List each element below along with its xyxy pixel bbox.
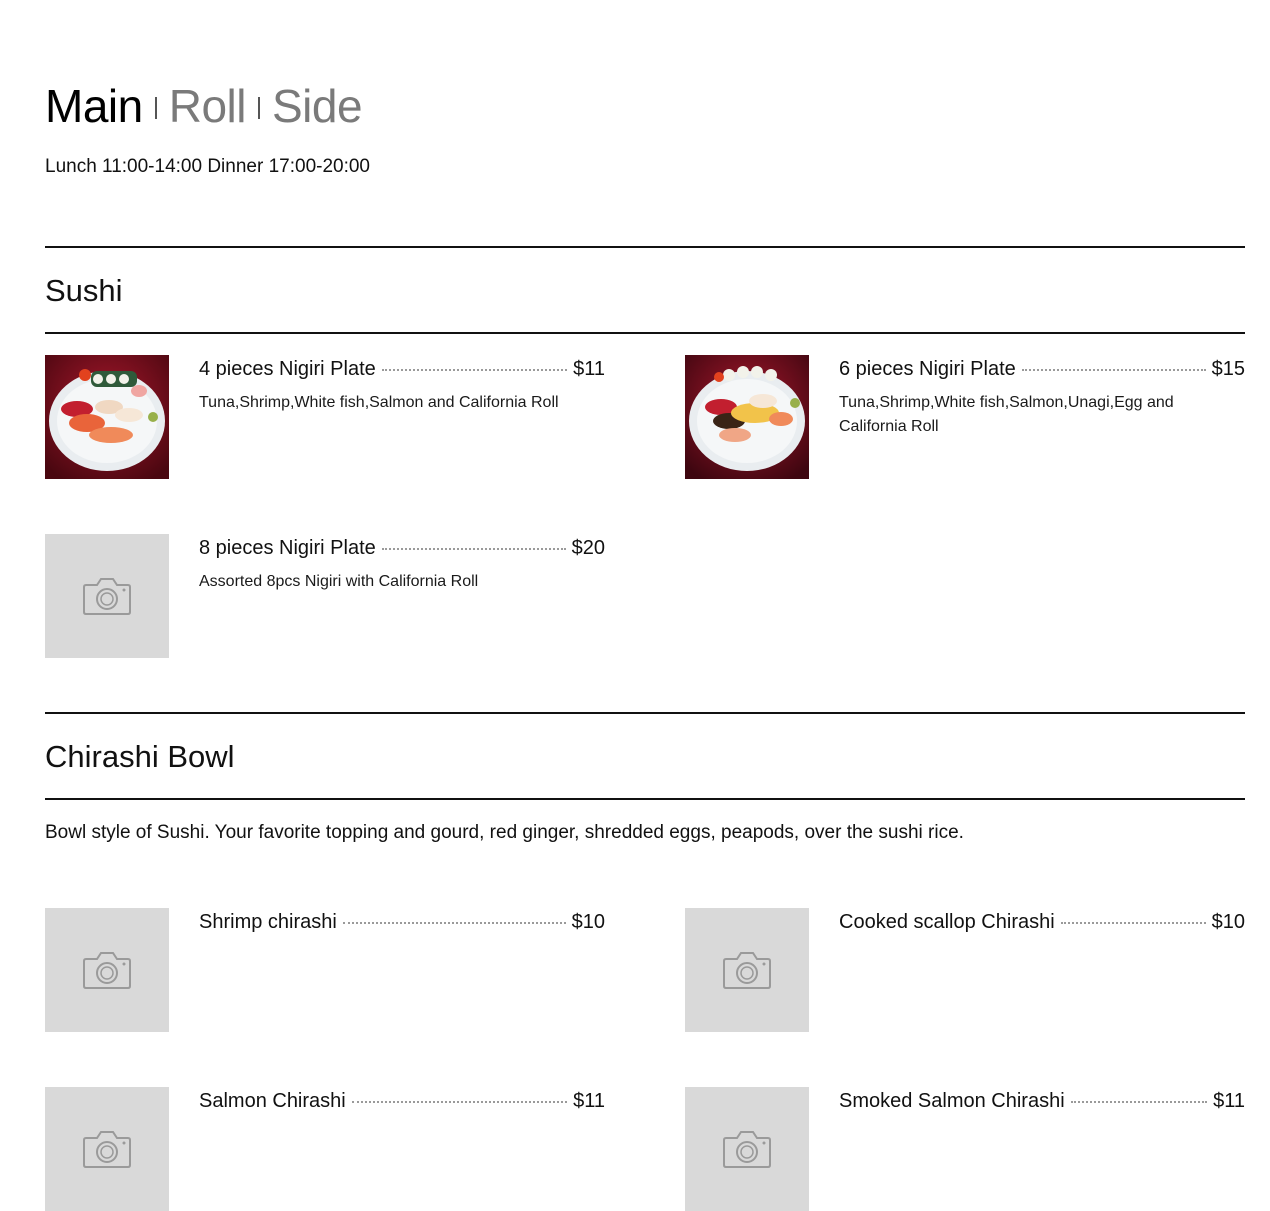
dotted-leader: [1070, 1101, 1208, 1103]
tab-main[interactable]: Main: [45, 80, 143, 132]
menu-item[interactable]: Shrimp chirashi $10: [45, 908, 605, 1032]
image-placeholder: [45, 534, 169, 658]
menu-item[interactable]: Smoked Salmon Chirashi $11: [685, 1087, 1245, 1211]
sushi-plate-image: [685, 355, 809, 479]
sushi-plate-photo: [685, 355, 809, 479]
camera-icon: [83, 952, 131, 989]
item-description: Tuna,Shrimp,White fish,Salmon,Unagi,Egg …: [839, 394, 1174, 435]
item-name: 4 pieces Nigiri Plate: [199, 358, 376, 380]
item-name: Smoked Salmon Chirashi: [839, 1090, 1065, 1112]
item-price: $10: [1211, 911, 1245, 933]
camera-icon: [723, 952, 771, 989]
item-price: $11: [1213, 1090, 1245, 1112]
menu-item[interactable]: 6 pieces Nigiri Plate $15 Tuna,Shrimp,Wh…: [685, 355, 1245, 479]
section-title-sushi: Sushi: [45, 273, 123, 308]
dotted-leader: [1060, 922, 1206, 924]
dotted-leader: [351, 1101, 568, 1103]
menu-item[interactable]: Salmon Chirashi $11: [45, 1087, 605, 1211]
item-name: 8 pieces Nigiri Plate: [199, 537, 376, 559]
sushi-plate-photo: [45, 355, 169, 479]
section-title-chirashi: Chirashi Bowl: [45, 739, 235, 774]
item-price: $11: [573, 358, 605, 380]
menu-item[interactable]: Cooked scallop Chirashi $10: [685, 908, 1245, 1032]
section-divider: [45, 246, 1245, 248]
section-divider: [45, 798, 1245, 800]
sushi-plate-image: [45, 355, 169, 479]
tab-roll[interactable]: Roll: [169, 80, 247, 132]
dotted-leader: [342, 922, 566, 924]
dotted-leader: [381, 369, 568, 371]
camera-icon: [723, 1131, 771, 1168]
item-price: $20: [571, 537, 605, 559]
item-name: Cooked scallop Chirashi: [839, 911, 1055, 933]
item-price: $10: [571, 911, 605, 933]
section-divider: [45, 712, 1245, 714]
item-description: Tuna,Shrimp,White fish,Salmon and Califo…: [199, 394, 559, 411]
image-placeholder: [685, 908, 809, 1032]
menu-tabs: Main Roll Side: [45, 80, 363, 132]
item-name: Shrimp chirashi: [199, 911, 337, 933]
dotted-leader: [1021, 369, 1206, 371]
tab-divider: [257, 97, 260, 119]
item-description: Assorted 8pcs Nigiri with California Rol…: [199, 573, 479, 590]
camera-icon: [83, 578, 131, 615]
item-price: $15: [1211, 358, 1245, 380]
item-price: $11: [573, 1090, 605, 1112]
section-description: Bowl style of Sushi. Your favorite toppi…: [45, 822, 964, 843]
item-name: Salmon Chirashi: [199, 1090, 346, 1112]
business-hours: Lunch 11:00-14:00 Dinner 17:00-20:00: [45, 156, 371, 177]
section-divider: [45, 332, 1245, 334]
tab-side[interactable]: Side: [272, 80, 363, 132]
menu-item[interactable]: 8 pieces Nigiri Plate $20 Assorted 8pcs …: [45, 534, 605, 658]
menu-item[interactable]: 4 pieces Nigiri Plate $11 Tuna,Shrimp,Wh…: [45, 355, 605, 479]
image-placeholder: [685, 1087, 809, 1211]
image-placeholder: [45, 908, 169, 1032]
dotted-leader: [381, 548, 566, 550]
image-placeholder: [45, 1087, 169, 1211]
tab-divider: [154, 97, 157, 119]
camera-icon: [83, 1131, 131, 1168]
item-name: 6 pieces Nigiri Plate: [839, 358, 1016, 380]
